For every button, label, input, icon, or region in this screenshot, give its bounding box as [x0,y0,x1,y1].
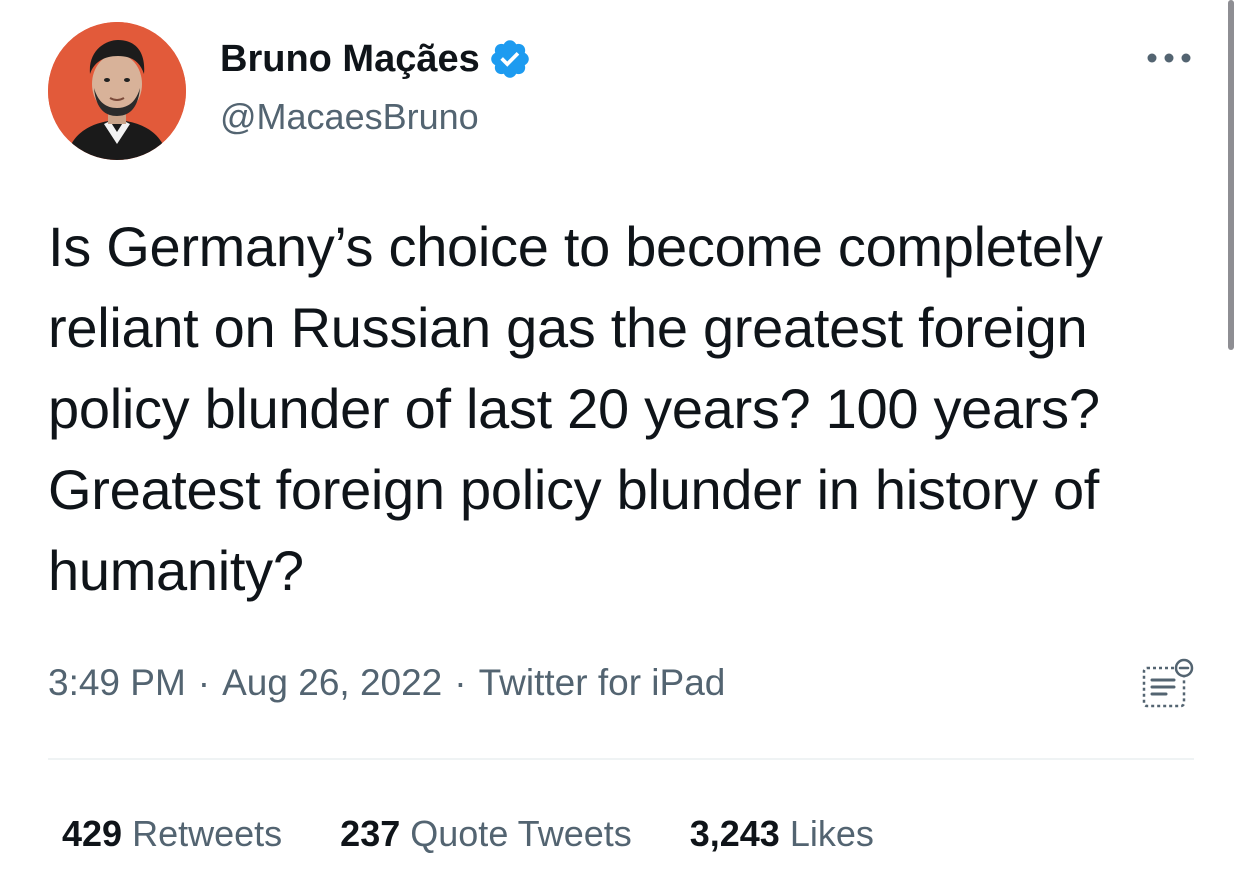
tweet-date[interactable]: Aug 26, 2022 [222,658,442,708]
tweet-text: Is Germany’s choice to become completely… [48,215,1103,602]
view-edit-history-icon[interactable] [1140,656,1196,712]
retweets-stat[interactable]: 429 Retweets [62,810,282,858]
likes-label: Likes [789,813,874,854]
more-horizontal-icon[interactable] [1144,48,1194,68]
tweet-time[interactable]: 3:49 PM [48,658,186,708]
likes-count: 3,243 [689,813,780,854]
retweets-label: Retweets [132,813,283,854]
quote-tweets-count: 237 [340,813,401,854]
scrollbar[interactable] [1228,0,1234,350]
user-handle[interactable]: @MacaesBruno [220,95,479,139]
display-name[interactable]: Bruno Maçães [220,37,480,81]
tweet-detail-view: Bruno Maçães @MacaesBruno Is Germany’s c… [0,0,1242,878]
retweets-count: 429 [62,813,123,854]
tweet-metadata: 3:49 PM · Aug 26, 2022 · Twitter for iPad [48,658,725,708]
divider [48,758,1194,760]
quote-tweets-stat[interactable]: 237 Quote Tweets [340,810,632,858]
meta-separator: · [454,662,467,703]
display-name-row[interactable]: Bruno Maçães [220,37,532,81]
tweet-source[interactable]: Twitter for iPad [479,658,726,708]
quote-tweets-label: Quote Tweets [410,813,632,854]
verified-badge-icon [488,37,532,81]
avatar[interactable] [48,22,186,160]
meta-separator: · [197,662,211,703]
likes-stat[interactable]: 3,243 Likes [690,810,874,858]
engagement-stats: 429 Retweets 237 Quote Tweets 3,243 Like… [62,810,932,858]
